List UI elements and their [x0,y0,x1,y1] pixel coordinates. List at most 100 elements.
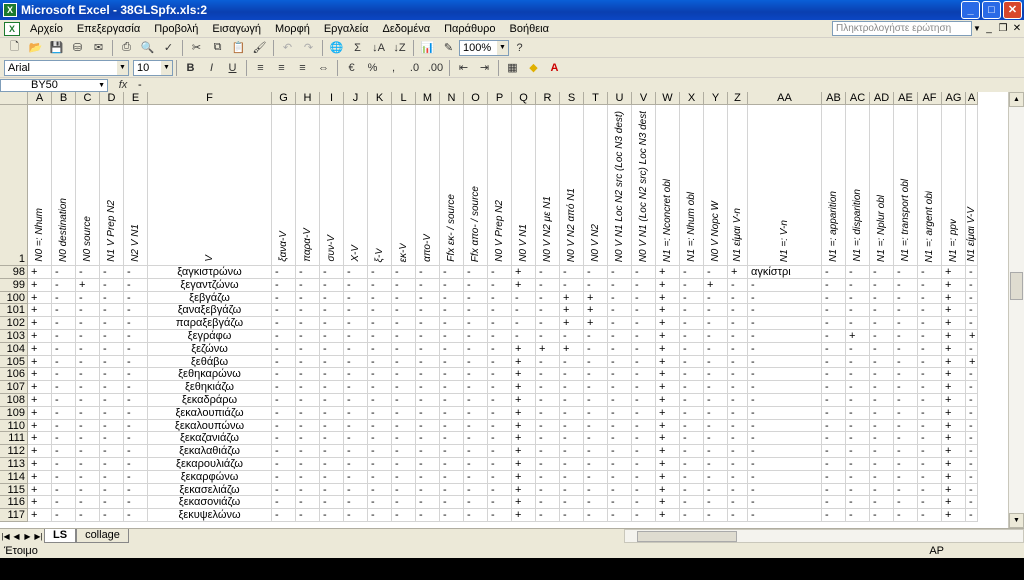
feature-cell[interactable]: - [440,381,464,394]
feature-cell[interactable]: - [296,432,320,446]
feature-cell[interactable]: - [100,266,124,279]
feature-cell[interactable]: - [416,355,440,369]
feature-cell[interactable]: - [584,406,608,420]
feature-cell[interactable]: - [52,445,76,458]
feature-cell[interactable]: - [440,470,464,484]
feature-cell[interactable]: - [894,317,918,330]
feature-cell[interactable]: - [344,368,368,382]
feature-cell[interactable]: - [488,496,512,510]
feature-cell[interactable]: - [560,266,584,279]
feature-cell[interactable]: - [368,304,392,318]
feature-cell[interactable]: + [512,394,536,407]
feature-cell[interactable]: - [320,266,344,279]
column-header[interactable]: AD [870,92,894,105]
feature-cell[interactable]: - [966,419,978,433]
feature-cell[interactable]: - [536,458,560,471]
feature-cell[interactable]: - [560,496,584,510]
feature-cell[interactable]: - [272,368,296,382]
feature-cell[interactable]: - [560,445,584,458]
feature-cell[interactable]: - [488,432,512,446]
feature-cell[interactable]: - [52,509,76,522]
feature-cell[interactable]: - [392,445,416,458]
feature-cell[interactable]: - [704,330,728,343]
feature-cell[interactable]: - [52,458,76,471]
feature-cell[interactable]: - [608,381,632,394]
feature-cell[interactable]: - [272,381,296,394]
feature-cell[interactable]: - [512,291,536,305]
feature-cell[interactable]: - [536,368,560,382]
verb-cell[interactable]: ξεκαλουπώνω [148,419,272,433]
menu-file[interactable]: Αρχείο [23,23,70,35]
feature-cell[interactable]: - [440,483,464,497]
feature-cell[interactable]: - [124,381,148,394]
feature-cell[interactable]: - [440,304,464,318]
row-header[interactable]: 108 [0,394,28,407]
feature-cell[interactable]: - [536,406,560,420]
column-header[interactable]: K [368,92,392,105]
feature-cell[interactable]: - [488,445,512,458]
percent-icon[interactable]: % [362,59,383,77]
feature-cell[interactable]: + [512,278,536,292]
feature-cell[interactable]: - [368,458,392,471]
feature-cell[interactable]: - [632,355,656,369]
feature-cell[interactable]: - [680,483,704,497]
header-cell[interactable]: συν-V [320,105,344,266]
feature-cell[interactable]: - [416,406,440,420]
feature-cell[interactable]: - [392,291,416,305]
feature-cell[interactable]: - [966,342,978,356]
feature-cell[interactable]: - [918,483,942,497]
feature-cell[interactable]: - [488,330,512,343]
feature-cell[interactable]: - [368,330,392,343]
feature-cell[interactable]: - [536,509,560,522]
feature-cell[interactable]: - [608,291,632,305]
feature-cell[interactable]: - [272,496,296,510]
feature-cell[interactable]: - [870,330,894,343]
feature-cell[interactable]: - [918,445,942,458]
feature-cell[interactable]: - [560,483,584,497]
feature-cell[interactable]: - [320,419,344,433]
menu-insert[interactable]: Εισαγωγή [205,23,268,35]
feature-cell[interactable]: - [728,317,748,330]
feature-cell[interactable]: - [488,470,512,484]
noun-cell[interactable]: - [748,483,822,497]
scroll-thumb[interactable] [1010,272,1023,300]
column-header[interactable]: W [656,92,680,105]
noun-cell[interactable]: - [748,381,822,394]
feature-cell[interactable]: + [512,355,536,369]
header-cell[interactable]: παρα-V [296,105,320,266]
feature-cell[interactable]: + [28,381,52,394]
feature-cell[interactable]: - [894,470,918,484]
feature-cell[interactable]: - [272,394,296,407]
feature-cell[interactable]: - [680,406,704,420]
feature-cell[interactable]: - [894,291,918,305]
feature-cell[interactable]: - [124,445,148,458]
noun-cell[interactable]: - [748,368,822,382]
feature-cell[interactable]: - [870,355,894,369]
feature-cell[interactable]: - [560,368,584,382]
feature-cell[interactable]: - [632,330,656,343]
feature-cell[interactable]: - [296,445,320,458]
feature-cell[interactable]: - [894,355,918,369]
feature-cell[interactable]: - [76,419,100,433]
feature-cell[interactable]: - [822,266,846,279]
header-cell[interactable]: N1 =: argent obl [918,105,942,266]
feature-cell[interactable]: - [344,317,368,330]
feature-cell[interactable]: - [894,445,918,458]
feature-cell[interactable]: - [488,406,512,420]
feature-cell[interactable]: - [100,355,124,369]
feature-cell[interactable]: - [918,509,942,522]
verb-cell[interactable]: ξεγράφω [148,330,272,343]
feature-cell[interactable]: - [728,509,748,522]
feature-cell[interactable]: - [344,458,368,471]
feature-cell[interactable]: - [296,330,320,343]
header-cell[interactable]: N1 =: Nhum obl [680,105,704,266]
feature-cell[interactable]: - [296,496,320,510]
feature-cell[interactable]: - [464,304,488,318]
feature-cell[interactable]: - [822,419,846,433]
feature-cell[interactable]: - [822,342,846,356]
feature-cell[interactable]: - [464,368,488,382]
feature-cell[interactable]: - [822,381,846,394]
column-header[interactable]: P [488,92,512,105]
feature-cell[interactable]: - [488,304,512,318]
feature-cell[interactable]: - [296,355,320,369]
